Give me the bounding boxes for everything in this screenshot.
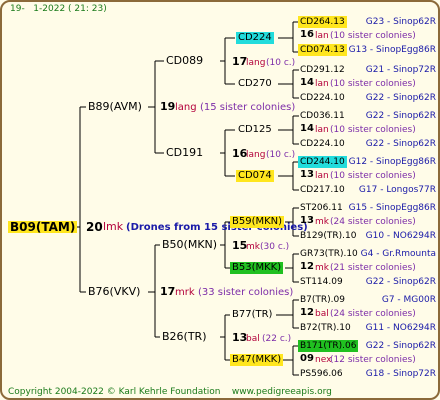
gen3-sister-note: (22 c.) bbox=[262, 334, 292, 344]
legend-color: #ffe61e bbox=[0, 0, 1, 1]
gen4-queen-name[interactable]: CD224 bbox=[236, 32, 274, 44]
gen5-breed-code: mk bbox=[315, 217, 329, 227]
root-sister-count: 20 bbox=[86, 220, 103, 234]
root-queen-name[interactable]: B09(TAM) bbox=[8, 221, 78, 233]
gen5-sister-count: 14 bbox=[300, 77, 314, 88]
gen3-breed-code: mk bbox=[246, 242, 260, 252]
sire-queen-name[interactable]: B89(AVM) bbox=[88, 101, 142, 113]
gen5-sister-count: 13 bbox=[300, 169, 314, 180]
gen5-top-ref: G22 - Sinop62R bbox=[365, 341, 436, 351]
gen5-bottom-queen[interactable]: ST114.09 bbox=[300, 276, 343, 288]
gen5-top-ref: G23 - Sinop62R bbox=[365, 17, 436, 27]
gen5-top-queen[interactable]: ST206.11 bbox=[300, 202, 343, 214]
sire-sister-count: 19 bbox=[160, 100, 176, 113]
gen5-top-queen[interactable]: CD244.10 bbox=[298, 156, 347, 168]
gen5-bottom-ref: G10 - NO6294R bbox=[365, 231, 436, 241]
gen5-sister-count: 09 bbox=[300, 353, 314, 364]
gen5-bottom-queen[interactable]: B129(TR).10 bbox=[300, 230, 356, 242]
gen5-bottom-ref: G18 - Sinop72R bbox=[365, 369, 436, 379]
gen5-top-ref: G15 - SinopEgg86R bbox=[348, 203, 436, 213]
gen5-sister-note: (24 sister colonies) bbox=[330, 217, 416, 227]
gen4-queen-name[interactable]: B59(MKN) bbox=[230, 216, 285, 228]
gen5-top-queen[interactable]: CD264.13 bbox=[298, 16, 347, 28]
gen3-breed-code: bal bbox=[246, 334, 260, 344]
gen5-bottom-queen[interactable]: B72(TR).10 bbox=[300, 322, 351, 334]
root-breed-code: lmk bbox=[103, 220, 124, 233]
gen5-sister-note: (12 sister colonies) bbox=[330, 355, 416, 365]
gen5-top-ref: G12 - SinopEgg86R bbox=[348, 157, 436, 167]
gen5-top-ref: G21 - Sinop72R bbox=[365, 65, 436, 75]
gen5-top-queen[interactable]: B7(TR).09 bbox=[300, 294, 345, 306]
gen5-sister-count: 12 bbox=[300, 307, 314, 318]
gen4-queen-name[interactable]: B47(MKK) bbox=[230, 354, 284, 366]
gen5-bottom-queen[interactable]: PS596.06 bbox=[300, 368, 343, 380]
gen5-sister-note: (10 sister colonies) bbox=[330, 171, 416, 181]
gen3-queen-name[interactable]: CD191 bbox=[166, 147, 203, 159]
gen3-breed-code: lang bbox=[246, 150, 266, 160]
gen3-sister-note: (10 c.) bbox=[266, 150, 296, 160]
gen5-sister-count: 16 bbox=[300, 29, 314, 40]
gen3-sister-note: (30 c.) bbox=[260, 242, 290, 252]
gen4-queen-name[interactable]: B77(TR) bbox=[232, 309, 272, 321]
footer-copyright: Copyright 2004-2022 © Karl Kehrle Founda… bbox=[8, 387, 221, 397]
dam-queen-name[interactable]: B76(VKV) bbox=[88, 286, 140, 298]
header-timestamp: 19- 1-2022 ( 21: 23) bbox=[10, 3, 107, 15]
gen4-queen-name[interactable]: CD074 bbox=[236, 170, 274, 182]
gen5-breed-code: lan bbox=[315, 31, 329, 41]
header-id-prefix: 19- bbox=[10, 4, 25, 14]
sire-breed-code: lang bbox=[175, 102, 197, 113]
gen5-bottom-ref: G22 - Sinop62R bbox=[365, 93, 436, 103]
gen5-breed-code: lan bbox=[315, 171, 329, 181]
gen5-breed-code: mk bbox=[315, 263, 329, 273]
gen4-queen-name[interactable]: CD125 bbox=[238, 124, 272, 136]
gen3-queen-name[interactable]: B26(TR) bbox=[162, 331, 207, 343]
gen3-breed-code: lang bbox=[246, 58, 266, 68]
gen5-bottom-ref: G22 - Sinop62R bbox=[365, 277, 436, 287]
gen5-sister-note: (10 sister colonies) bbox=[330, 79, 416, 89]
header-datetime: 1-2022 ( 21: 23) bbox=[33, 4, 107, 14]
gen5-bottom-ref: G11 - NO6294R bbox=[365, 323, 436, 333]
dam-breed-code: mrk bbox=[175, 287, 195, 298]
gen5-breed-code: lan bbox=[315, 79, 329, 89]
gen5-breed-code: lan bbox=[315, 125, 329, 135]
gen5-bottom-queen[interactable]: CD224.10 bbox=[300, 138, 345, 150]
gen4-queen-name[interactable]: CD270 bbox=[238, 78, 272, 90]
dam-sister-note: (33 sister colonies) bbox=[198, 287, 294, 298]
gen5-top-ref: G7 - MG00R bbox=[381, 295, 436, 305]
gen3-sister-note: (10 c.) bbox=[266, 58, 296, 68]
gen5-top-queen[interactable]: B171(TR).06 bbox=[298, 340, 359, 352]
gen5-sister-note: (10 sister colonies) bbox=[330, 31, 416, 41]
gen5-bottom-queen[interactable]: CD074.13 bbox=[298, 44, 347, 56]
gen5-bottom-ref: G22 - Sinop62R bbox=[365, 139, 436, 149]
gen5-sister-count: 14 bbox=[300, 123, 314, 134]
gen5-top-ref: G4 - Gr.Rmounta bbox=[360, 249, 436, 259]
gen4-queen-name[interactable]: B53(MKK) bbox=[230, 262, 284, 274]
gen5-bottom-queen[interactable]: CD224.10 bbox=[300, 92, 345, 104]
dam-sister-count: 17 bbox=[160, 285, 176, 298]
gen5-sister-count: 12 bbox=[300, 261, 314, 272]
gen5-bottom-queen[interactable]: CD217.10 bbox=[300, 184, 345, 196]
sire-sister-note: (15 sister colonies) bbox=[200, 102, 296, 113]
gen3-queen-name[interactable]: CD089 bbox=[166, 55, 203, 67]
gen5-top-queen[interactable]: CD291.12 bbox=[300, 64, 345, 76]
gen5-bottom-ref: G13 - SinopEgg86R bbox=[348, 45, 436, 55]
gen5-sister-note: (21 sister colonies) bbox=[330, 263, 416, 273]
gen5-sister-note: (10 sister colonies) bbox=[330, 125, 416, 135]
gen5-breed-code: bal bbox=[315, 309, 329, 319]
gen5-top-queen[interactable]: GR73(TR).10 bbox=[300, 248, 358, 260]
gen3-queen-name[interactable]: B50(MKN) bbox=[162, 239, 217, 251]
gen5-breed-code: nex bbox=[315, 355, 332, 365]
footer-site-link[interactable]: www.pedigreeapis.org bbox=[232, 387, 332, 397]
gen5-top-queen[interactable]: CD036.11 bbox=[300, 110, 345, 122]
gen5-sister-note: (24 sister colonies) bbox=[330, 309, 416, 319]
footer: Copyright 2004-2022 © Karl Kehrle Founda… bbox=[8, 386, 332, 398]
gen5-top-ref: G22 - Sinop62R bbox=[365, 111, 436, 121]
gen5-sister-count: 13 bbox=[300, 215, 314, 226]
gen5-bottom-ref: G17 - Longos77R bbox=[358, 185, 436, 195]
